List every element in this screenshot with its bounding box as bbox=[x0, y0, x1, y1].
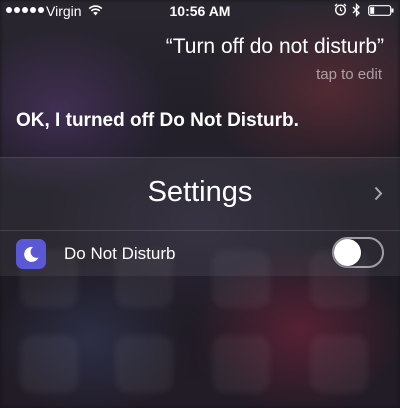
blurred-app-tile bbox=[20, 335, 78, 393]
blurred-app-tile bbox=[212, 335, 270, 393]
toggle-knob bbox=[334, 239, 361, 266]
chevron-right-icon bbox=[374, 186, 383, 201]
status-bar: Virgin 10:56 AM bbox=[0, 0, 400, 22]
settings-open-row[interactable]: Settings bbox=[0, 158, 400, 231]
blurred-app-tile bbox=[115, 335, 173, 393]
do-not-disturb-label: Do Not Disturb bbox=[64, 244, 176, 263]
tap-to-edit-hint[interactable]: tap to edit bbox=[316, 66, 382, 83]
settings-card: Settings Do Not Disturb bbox=[0, 157, 400, 276]
do-not-disturb-row: Do Not Disturb bbox=[0, 230, 400, 276]
do-not-disturb-toggle[interactable] bbox=[332, 237, 384, 268]
alarm-icon bbox=[334, 3, 347, 16]
battery-icon bbox=[368, 5, 394, 16]
settings-title: Settings bbox=[147, 176, 253, 208]
blurred-app-tile bbox=[310, 335, 368, 393]
bluetooth-icon bbox=[352, 3, 360, 17]
moon-icon bbox=[16, 239, 46, 269]
siri-response: OK, I turned off Do Not Disturb. bbox=[16, 110, 299, 131]
spoken-query[interactable]: “Turn off do not disturb” bbox=[166, 35, 384, 59]
